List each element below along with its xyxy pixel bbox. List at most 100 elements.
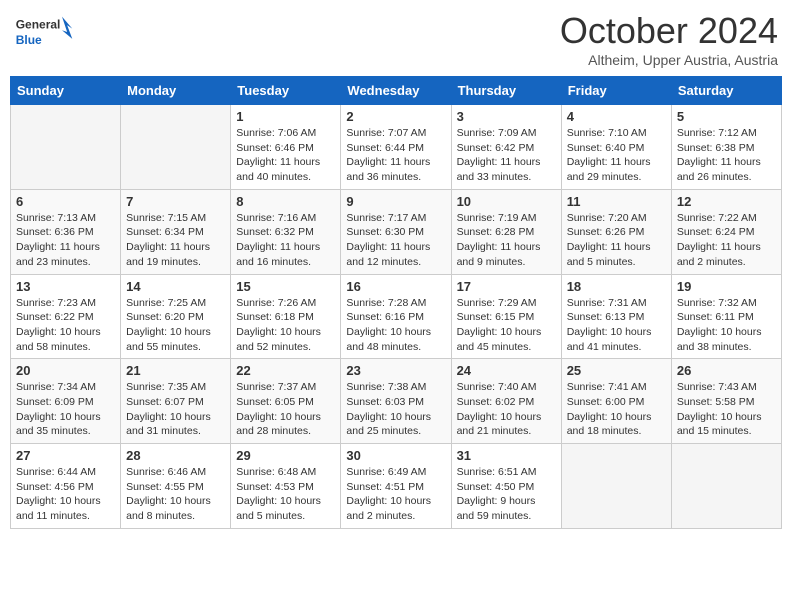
day-info: Sunrise: 7:19 AMSunset: 6:28 PMDaylight:… <box>457 212 541 268</box>
day-number: 5 <box>677 109 776 124</box>
day-number: 3 <box>457 109 556 124</box>
header-saturday: Saturday <box>671 77 781 105</box>
calendar-cell: 11 Sunrise: 7:20 AMSunset: 6:26 PMDaylig… <box>561 189 671 274</box>
calendar-cell: 2 Sunrise: 7:07 AMSunset: 6:44 PMDayligh… <box>341 105 451 190</box>
calendar-cell <box>11 105 121 190</box>
calendar-cell: 14 Sunrise: 7:25 AMSunset: 6:20 PMDaylig… <box>121 274 231 359</box>
calendar-cell <box>671 444 781 529</box>
day-number: 4 <box>567 109 666 124</box>
calendar-week-row: 13 Sunrise: 7:23 AMSunset: 6:22 PMDaylig… <box>11 274 782 359</box>
calendar-cell: 16 Sunrise: 7:28 AMSunset: 6:16 PMDaylig… <box>341 274 451 359</box>
day-info: Sunrise: 7:40 AMSunset: 6:02 PMDaylight:… <box>457 381 542 437</box>
calendar-cell: 19 Sunrise: 7:32 AMSunset: 6:11 PMDaylig… <box>671 274 781 359</box>
day-number: 26 <box>677 363 776 378</box>
day-info: Sunrise: 7:32 AMSunset: 6:11 PMDaylight:… <box>677 297 762 353</box>
calendar-cell: 26 Sunrise: 7:43 AMSunset: 5:58 PMDaylig… <box>671 359 781 444</box>
day-number: 18 <box>567 279 666 294</box>
day-number: 11 <box>567 194 666 209</box>
calendar-cell: 7 Sunrise: 7:15 AMSunset: 6:34 PMDayligh… <box>121 189 231 274</box>
day-number: 27 <box>16 448 115 463</box>
day-info: Sunrise: 6:44 AMSunset: 4:56 PMDaylight:… <box>16 466 101 522</box>
calendar-cell: 28 Sunrise: 6:46 AMSunset: 4:55 PMDaylig… <box>121 444 231 529</box>
header-thursday: Thursday <box>451 77 561 105</box>
day-number: 20 <box>16 363 115 378</box>
header-sunday: Sunday <box>11 77 121 105</box>
day-number: 7 <box>126 194 225 209</box>
calendar-cell: 8 Sunrise: 7:16 AMSunset: 6:32 PMDayligh… <box>231 189 341 274</box>
day-number: 6 <box>16 194 115 209</box>
calendar-cell: 6 Sunrise: 7:13 AMSunset: 6:36 PMDayligh… <box>11 189 121 274</box>
calendar-cell: 27 Sunrise: 6:44 AMSunset: 4:56 PMDaylig… <box>11 444 121 529</box>
day-info: Sunrise: 7:37 AMSunset: 6:05 PMDaylight:… <box>236 381 321 437</box>
day-info: Sunrise: 6:49 AMSunset: 4:51 PMDaylight:… <box>346 466 431 522</box>
day-number: 10 <box>457 194 556 209</box>
header-wednesday: Wednesday <box>341 77 451 105</box>
day-info: Sunrise: 7:31 AMSunset: 6:13 PMDaylight:… <box>567 297 652 353</box>
calendar-cell: 5 Sunrise: 7:12 AMSunset: 6:38 PMDayligh… <box>671 105 781 190</box>
calendar-cell: 15 Sunrise: 7:26 AMSunset: 6:18 PMDaylig… <box>231 274 341 359</box>
day-info: Sunrise: 7:34 AMSunset: 6:09 PMDaylight:… <box>16 381 101 437</box>
calendar-cell: 21 Sunrise: 7:35 AMSunset: 6:07 PMDaylig… <box>121 359 231 444</box>
calendar-cell: 18 Sunrise: 7:31 AMSunset: 6:13 PMDaylig… <box>561 274 671 359</box>
day-number: 19 <box>677 279 776 294</box>
day-info: Sunrise: 6:48 AMSunset: 4:53 PMDaylight:… <box>236 466 321 522</box>
calendar-cell: 10 Sunrise: 7:19 AMSunset: 6:28 PMDaylig… <box>451 189 561 274</box>
logo: General Blue <box>14 10 74 54</box>
day-info: Sunrise: 7:26 AMSunset: 6:18 PMDaylight:… <box>236 297 321 353</box>
day-info: Sunrise: 7:07 AMSunset: 6:44 PMDaylight:… <box>346 127 430 183</box>
title-block: October 2024 Altheim, Upper Austria, Aus… <box>560 10 778 68</box>
calendar-week-row: 20 Sunrise: 7:34 AMSunset: 6:09 PMDaylig… <box>11 359 782 444</box>
day-number: 28 <box>126 448 225 463</box>
calendar-week-row: 1 Sunrise: 7:06 AMSunset: 6:46 PMDayligh… <box>11 105 782 190</box>
day-info: Sunrise: 7:35 AMSunset: 6:07 PMDaylight:… <box>126 381 211 437</box>
calendar-cell: 17 Sunrise: 7:29 AMSunset: 6:15 PMDaylig… <box>451 274 561 359</box>
day-number: 30 <box>346 448 445 463</box>
calendar-cell: 30 Sunrise: 6:49 AMSunset: 4:51 PMDaylig… <box>341 444 451 529</box>
calendar-cell: 3 Sunrise: 7:09 AMSunset: 6:42 PMDayligh… <box>451 105 561 190</box>
day-info: Sunrise: 7:29 AMSunset: 6:15 PMDaylight:… <box>457 297 542 353</box>
day-number: 17 <box>457 279 556 294</box>
calendar-cell: 4 Sunrise: 7:10 AMSunset: 6:40 PMDayligh… <box>561 105 671 190</box>
svg-text:Blue: Blue <box>16 33 42 47</box>
day-number: 16 <box>346 279 445 294</box>
day-info: Sunrise: 7:13 AMSunset: 6:36 PMDaylight:… <box>16 212 100 268</box>
day-number: 21 <box>126 363 225 378</box>
day-info: Sunrise: 6:46 AMSunset: 4:55 PMDaylight:… <box>126 466 211 522</box>
day-info: Sunrise: 7:15 AMSunset: 6:34 PMDaylight:… <box>126 212 210 268</box>
calendar-cell <box>121 105 231 190</box>
day-info: Sunrise: 7:16 AMSunset: 6:32 PMDaylight:… <box>236 212 320 268</box>
calendar-table: Sunday Monday Tuesday Wednesday Thursday… <box>10 76 782 529</box>
day-info: Sunrise: 7:06 AMSunset: 6:46 PMDaylight:… <box>236 127 320 183</box>
day-info: Sunrise: 7:38 AMSunset: 6:03 PMDaylight:… <box>346 381 431 437</box>
day-info: Sunrise: 7:10 AMSunset: 6:40 PMDaylight:… <box>567 127 651 183</box>
calendar-week-row: 27 Sunrise: 6:44 AMSunset: 4:56 PMDaylig… <box>11 444 782 529</box>
day-info: Sunrise: 7:23 AMSunset: 6:22 PMDaylight:… <box>16 297 101 353</box>
day-number: 22 <box>236 363 335 378</box>
day-number: 15 <box>236 279 335 294</box>
page-header: General Blue October 2024 Altheim, Upper… <box>10 10 782 68</box>
calendar-cell: 13 Sunrise: 7:23 AMSunset: 6:22 PMDaylig… <box>11 274 121 359</box>
location: Altheim, Upper Austria, Austria <box>560 52 778 68</box>
calendar-cell: 9 Sunrise: 7:17 AMSunset: 6:30 PMDayligh… <box>341 189 451 274</box>
day-info: Sunrise: 7:28 AMSunset: 6:16 PMDaylight:… <box>346 297 431 353</box>
day-number: 31 <box>457 448 556 463</box>
day-info: Sunrise: 7:09 AMSunset: 6:42 PMDaylight:… <box>457 127 541 183</box>
header-monday: Monday <box>121 77 231 105</box>
calendar-cell: 1 Sunrise: 7:06 AMSunset: 6:46 PMDayligh… <box>231 105 341 190</box>
day-number: 13 <box>16 279 115 294</box>
header-tuesday: Tuesday <box>231 77 341 105</box>
day-number: 24 <box>457 363 556 378</box>
day-info: Sunrise: 7:17 AMSunset: 6:30 PMDaylight:… <box>346 212 430 268</box>
day-info: Sunrise: 7:20 AMSunset: 6:26 PMDaylight:… <box>567 212 651 268</box>
day-number: 23 <box>346 363 445 378</box>
calendar-header-row: Sunday Monday Tuesday Wednesday Thursday… <box>11 77 782 105</box>
calendar-cell: 25 Sunrise: 7:41 AMSunset: 6:00 PMDaylig… <box>561 359 671 444</box>
logo-svg: General Blue <box>14 10 74 54</box>
month-title: October 2024 <box>560 10 778 52</box>
day-number: 8 <box>236 194 335 209</box>
calendar-cell: 29 Sunrise: 6:48 AMSunset: 4:53 PMDaylig… <box>231 444 341 529</box>
day-number: 29 <box>236 448 335 463</box>
header-friday: Friday <box>561 77 671 105</box>
calendar-cell: 22 Sunrise: 7:37 AMSunset: 6:05 PMDaylig… <box>231 359 341 444</box>
svg-text:General: General <box>16 18 61 32</box>
